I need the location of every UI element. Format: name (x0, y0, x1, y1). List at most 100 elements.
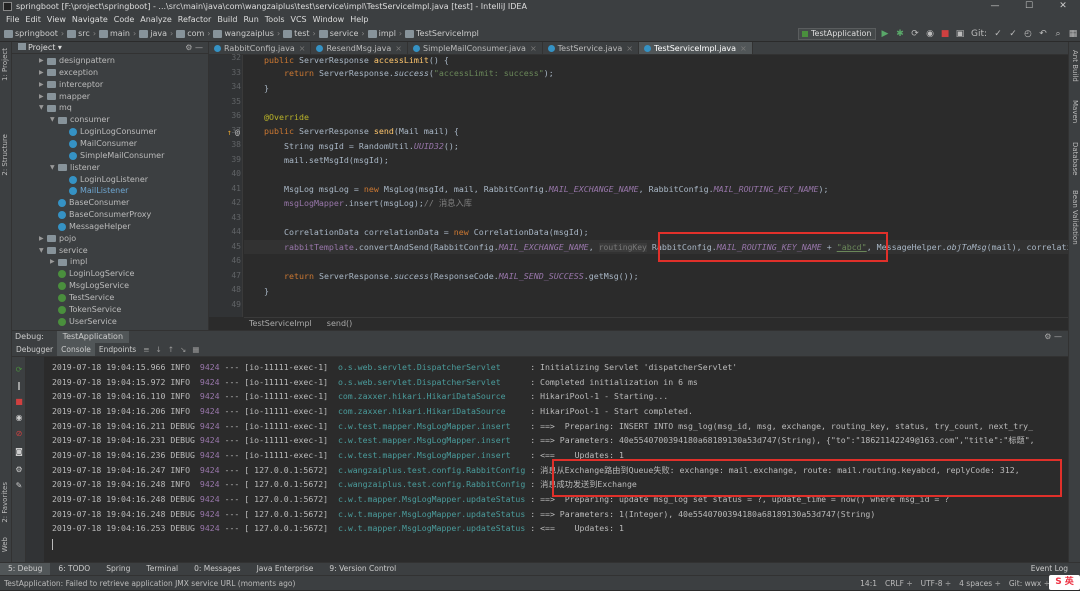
menu-file[interactable]: File (3, 13, 22, 26)
toolbar-icon[interactable]: ◴ (1023, 26, 1033, 42)
toolbar-icon[interactable]: ⌕ (1053, 26, 1063, 42)
breadcrumb-item[interactable]: main › (99, 26, 136, 42)
tree-item[interactable]: ▼ service (39, 245, 88, 257)
chevron-right-icon[interactable]: ▶ (39, 55, 47, 67)
tree-item[interactable]: ▶ pojo (39, 233, 76, 245)
menu-run[interactable]: Run (240, 13, 261, 26)
bottom-tool-tab[interactable]: Spring (98, 563, 138, 575)
tree-item[interactable]: LoginLogService (50, 268, 134, 280)
view-breakpoints-icon[interactable]: ◉ (14, 413, 24, 423)
tree-item[interactable]: ▼ listener (50, 162, 100, 174)
chevron-right-icon[interactable]: ▶ (39, 91, 47, 103)
toolbar-icon[interactable]: ▶ (880, 26, 890, 42)
step-over-icon[interactable]: ≡ (143, 343, 149, 356)
maximize-button[interactable]: ☐ (1012, 0, 1046, 13)
database-tool-tab[interactable]: Database (1071, 142, 1079, 175)
project-tool-tab[interactable]: 1: Project (1, 48, 9, 81)
tree-item[interactable]: ▶ impl (50, 256, 87, 268)
caret-position[interactable]: 14:1 (860, 576, 877, 591)
tree-item[interactable]: BaseConsumerProxy (50, 209, 151, 221)
bean-validation-tool-tab[interactable]: Bean Validation (1071, 190, 1079, 245)
menu-vcs[interactable]: VCS (288, 13, 310, 26)
line-separator[interactable]: CRLF ÷ (885, 576, 913, 591)
gear-icon[interactable]: ⚙ — (185, 42, 203, 54)
camera-icon[interactable]: ◙ (14, 447, 24, 457)
tree-item[interactable]: ▶ interceptor (39, 79, 103, 91)
chevron-right-icon[interactable]: ▶ (39, 79, 47, 91)
maven-tool-tab[interactable]: Maven (1071, 100, 1079, 123)
editor-crumb-method[interactable]: send() (327, 318, 352, 330)
structure-tool-tab[interactable]: 2: Structure (1, 134, 9, 176)
menu-navigate[interactable]: Navigate (69, 13, 111, 26)
close-icon[interactable]: × (299, 42, 306, 54)
tab-console[interactable]: Console (57, 343, 95, 356)
menu-edit[interactable]: Edit (22, 13, 44, 26)
bottom-tool-tab[interactable]: 0: Messages (186, 563, 248, 575)
step-out-icon[interactable]: ↑ (168, 343, 174, 356)
toolbar-icon[interactable]: ⟳ (910, 26, 920, 42)
tree-item[interactable]: TokenService (50, 304, 121, 316)
close-button[interactable]: ✕ (1046, 0, 1080, 13)
menu-tools[interactable]: Tools (262, 13, 288, 26)
debug-settings-icon[interactable]: ⚙ — (1044, 331, 1062, 343)
bottom-tool-tab[interactable]: Java Enterprise (249, 563, 322, 575)
step-into-icon[interactable]: ↓ (156, 343, 162, 356)
run-configuration-select[interactable]: TestApplication (798, 28, 876, 40)
chevron-down-icon[interactable]: ▼ (50, 114, 58, 126)
evaluate-icon[interactable]: ▦ (192, 343, 199, 356)
debug-session-tab[interactable]: TestApplication (56, 331, 130, 343)
stop-icon[interactable]: ■ (14, 397, 24, 407)
breadcrumb-item[interactable]: wangzaiplus › (213, 26, 280, 42)
event-log-button[interactable]: Event Log (1031, 563, 1068, 575)
web-tool-tab[interactable]: Web (1, 537, 9, 552)
settings-icon[interactable]: ⚙ (14, 465, 24, 475)
file-encoding[interactable]: UTF-8 ÷ (921, 576, 952, 591)
breadcrumb-item[interactable]: TestServiceImpl (405, 26, 479, 42)
ant-build-tool-tab[interactable]: Ant Build (1071, 50, 1079, 82)
breadcrumb-item[interactable]: service › (318, 26, 365, 42)
bottom-tool-tab[interactable]: 6: TODO (50, 563, 98, 575)
tree-item[interactable]: ▼ consumer (50, 114, 110, 126)
chevron-right-icon[interactable]: ▶ (39, 67, 47, 79)
console-output[interactable]: 2019-07-18 19:04:15.966 INFO 9424 --- [i… (26, 357, 1068, 562)
chevron-down-icon[interactable]: ▼ (39, 102, 47, 114)
menu-build[interactable]: Build (214, 13, 240, 26)
chevron-right-icon[interactable]: ▶ (50, 256, 58, 268)
run-to-cursor-icon[interactable]: ↘ (180, 343, 186, 356)
tab-endpoints[interactable]: Endpoints (95, 343, 140, 356)
toolbar-icon[interactable]: ■ (940, 26, 950, 42)
tree-item[interactable]: MessageHelper (50, 221, 131, 233)
toolbar-icon[interactable]: ↶ (1038, 26, 1048, 42)
tree-item[interactable]: MailConsumer (61, 138, 137, 150)
pause-icon[interactable]: ‖ (14, 381, 24, 391)
chevron-down-icon[interactable]: ▼ (39, 245, 47, 257)
editor-tab[interactable]: SimpleMailConsumer.java × (408, 42, 543, 54)
menu-window[interactable]: Window (310, 13, 348, 26)
code-editor[interactable]: public ServerResponse accessLimit() { re… (244, 55, 1068, 317)
favorites-tool-tab[interactable]: 2: Favorites (1, 482, 9, 523)
bottom-tool-tab[interactable]: Terminal (138, 563, 186, 575)
tree-item[interactable]: UserService (50, 316, 117, 328)
toolbar-icon[interactable]: ✱ (895, 26, 905, 42)
menu-refactor[interactable]: Refactor (175, 13, 215, 26)
tree-item[interactable]: MsgLogService (50, 280, 129, 292)
minimize-button[interactable]: — (978, 0, 1012, 13)
tree-item[interactable]: LoginLogConsumer (61, 126, 157, 138)
toolbar-icon[interactable]: ▦ (1068, 26, 1078, 42)
menu-view[interactable]: View (44, 13, 69, 26)
tree-item[interactable]: BaseConsumer (50, 197, 129, 209)
editor-tab[interactable]: TestServiceImpl.java × (638, 42, 753, 54)
tree-item[interactable]: ▼ mq (39, 102, 72, 114)
tree-item[interactable]: MailListener (61, 185, 128, 197)
tree-item[interactable]: ▶ mapper (39, 91, 90, 103)
toolbar-icon[interactable]: ◉ (925, 26, 935, 42)
breadcrumb-item[interactable]: impl › (367, 26, 402, 42)
close-icon[interactable]: × (626, 42, 633, 54)
toolbar-icon[interactable]: ✓ (993, 26, 1003, 42)
git-branch[interactable]: Git: wwx ÷ (1009, 576, 1050, 591)
menu-code[interactable]: Code (111, 13, 137, 26)
editor-crumb-class[interactable]: TestServiceImpl (249, 318, 312, 330)
editor-tab[interactable]: TestService.java × (543, 42, 639, 54)
pin-icon[interactable]: ✎ (14, 481, 24, 491)
toolbar-icon[interactable]: Git: (970, 26, 988, 42)
